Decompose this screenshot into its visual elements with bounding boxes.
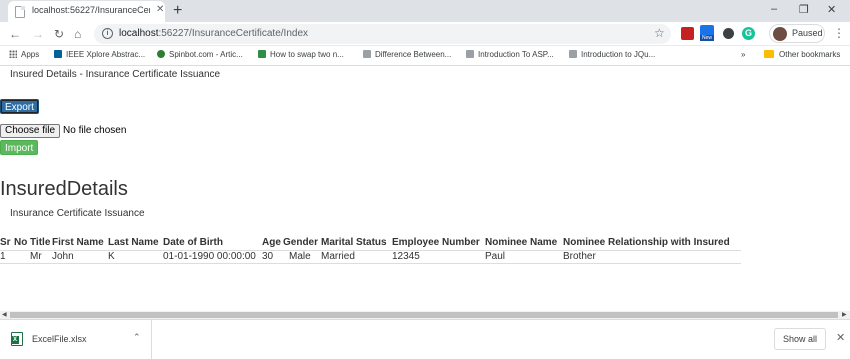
bookmarks-overflow-icon[interactable]: » [741, 50, 745, 59]
info-icon[interactable]: i [102, 28, 113, 39]
page-title: InsuredDetails [0, 178, 128, 200]
table-cell: John [52, 250, 108, 264]
bookmark-item[interactable]: IEEE Xplore Abstrac... [54, 50, 145, 59]
scroll-right-icon[interactable]: ▶ [842, 311, 847, 319]
column-header: Nominee Name [485, 236, 563, 251]
column-header: Title [30, 236, 52, 251]
table-cell: 30 [262, 250, 283, 264]
choose-file-button[interactable]: Choose file [0, 124, 61, 138]
table-cell: 01-01-1990 00:00:00 [163, 250, 262, 264]
grammarly-icon[interactable]: G [742, 27, 755, 40]
file-input[interactable]: Choose file No file chosen [0, 124, 126, 138]
tab-close-icon[interactable]: ✕ [156, 4, 164, 15]
other-bookmarks[interactable]: Other bookmarks [764, 50, 840, 59]
table-cell: Mr [30, 250, 52, 264]
column-header: Last Name [108, 236, 163, 251]
bookmarks-bar: Apps IEEE Xplore Abstrac... Spinbot.com … [0, 46, 850, 66]
forward-icon[interactable]: → [32, 27, 44, 41]
gfg-icon [258, 50, 266, 58]
table-cell: 1 [0, 250, 14, 264]
new-extension-icon[interactable]: New [700, 25, 714, 41]
page-subtitle: Insurance Certificate Issuance [10, 208, 145, 219]
profile-button[interactable]: Paused [769, 24, 825, 43]
import-button[interactable]: Import [0, 140, 39, 155]
column-header: Employee Number [392, 236, 485, 251]
page-icon [569, 50, 577, 58]
bookmark-item[interactable]: Introduction To ASP... [466, 50, 554, 59]
table-row: 1 Mr John K 01-01-1990 00:00:00 30 Male … [0, 250, 741, 264]
profile-status: Paused [792, 28, 823, 38]
url-text[interactable]: localhost:56227/InsuranceCertificate/Ind… [119, 28, 308, 39]
close-icon[interactable]: ✕ [836, 331, 845, 344]
bookmark-star-icon[interactable]: ☆ [654, 26, 665, 40]
column-header: Nominee Relationship with Insured [563, 236, 741, 251]
column-header: No [14, 236, 30, 251]
page-icon [466, 50, 474, 58]
tab-title: localhost:56227/InsuranceCertifica [32, 5, 150, 15]
table-cell: Brother [563, 250, 741, 264]
new-tab-icon[interactable]: + [173, 0, 182, 22]
circle-extension-icon[interactable] [723, 28, 734, 39]
restore-icon[interactable]: ❐ [799, 3, 809, 16]
column-header: Date of Birth [163, 236, 262, 251]
file-status: No file chosen [63, 125, 127, 136]
scrollbar-thumb[interactable] [10, 312, 838, 318]
scroll-left-icon[interactable]: ◀ [2, 311, 7, 319]
excel-file-icon [11, 332, 23, 346]
tab-strip: localhost:56227/InsuranceCertifica ✕ + –… [0, 0, 850, 22]
browser-tab[interactable]: localhost:56227/InsuranceCertifica ✕ [8, 1, 165, 22]
bookmark-item[interactable]: How to swap two n... [258, 50, 344, 59]
download-file-name[interactable]: ExcelFile.xlsx [32, 334, 87, 344]
folder-icon [764, 50, 774, 58]
table-cell [14, 250, 30, 264]
table-header-row: Sr No Title First Name Last Name Date of… [0, 236, 741, 251]
apps-icon [9, 50, 17, 58]
export-button[interactable]: Export [0, 99, 39, 114]
navbar-brand[interactable]: Insured Details - Insurance Certificate … [10, 69, 220, 80]
table-cell: 12345 [392, 250, 485, 264]
page-icon [363, 50, 371, 58]
bookmark-item[interactable]: Spinbot.com - Artic... [157, 50, 243, 59]
page-content: Insured Details - Insurance Certificate … [0, 66, 850, 311]
ieee-icon [54, 50, 62, 58]
download-shelf: ExcelFile.xlsx ⌃ Show all ✕ [0, 319, 850, 359]
column-header: Sr [0, 236, 14, 251]
chevron-up-icon[interactable]: ⌃ [133, 332, 141, 343]
avatar [773, 27, 787, 41]
back-icon[interactable]: ← [9, 27, 21, 41]
browser-toolbar: ← → ↻ ⌂ i localhost:56227/InsuranceCerti… [0, 22, 850, 46]
column-header: Gender [283, 236, 321, 251]
bookmark-apps[interactable]: Apps [9, 50, 39, 59]
address-bar[interactable]: i localhost:56227/InsuranceCertificate/I… [94, 24, 671, 44]
reload-icon[interactable]: ↻ [54, 27, 64, 41]
table-cell: Married [321, 250, 392, 264]
show-all-button[interactable]: Show all [774, 328, 826, 350]
bookmark-item[interactable]: Introduction to JQu... [569, 50, 655, 59]
pdf-extension-icon[interactable] [681, 27, 694, 40]
download-item[interactable]: ExcelFile.xlsx ⌃ [0, 320, 152, 359]
insured-details-table: Sr No Title First Name Last Name Date of… [0, 236, 741, 264]
table-cell: Paul [485, 250, 563, 264]
horizontal-scrollbar[interactable]: ◀ ▶ [0, 311, 850, 319]
menu-icon[interactable]: ⋮ [833, 26, 845, 40]
minimize-icon[interactable]: – [771, 3, 777, 15]
table-cell: Male [283, 250, 321, 264]
page-icon [15, 6, 25, 18]
column-header: First Name [52, 236, 108, 251]
window-close-icon[interactable]: ✕ [827, 3, 836, 16]
column-header: Age [262, 236, 283, 251]
home-icon[interactable]: ⌂ [74, 27, 81, 41]
table-cell: K [108, 250, 163, 264]
spinbot-icon [157, 50, 165, 58]
column-header: Marital Status [321, 236, 392, 251]
bookmark-item[interactable]: Difference Between... [363, 50, 451, 59]
